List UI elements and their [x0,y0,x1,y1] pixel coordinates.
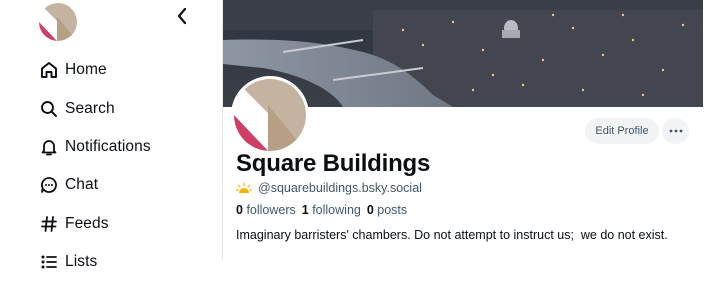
nav-item-notifications[interactable]: Notifications [38,128,151,166]
nav-item-lists[interactable]: Lists [38,243,151,281]
more-icon [669,129,682,133]
sun-icon [236,182,252,193]
list-icon [38,251,60,273]
chevron-left-icon [177,7,187,25]
nav-label-feeds: Feeds [65,214,109,232]
avatar[interactable] [39,3,77,41]
followers-count: 0 [236,203,243,217]
profile-display-name: Square Buildings [236,150,431,177]
main-nav: Home Search Notifications Chat Feeds Lis… [38,51,151,281]
nav-label-chat: Chat [65,176,99,194]
home-icon [38,59,60,81]
nav-item-chat[interactable]: Chat [38,166,151,204]
profile-avatar[interactable] [231,76,309,154]
chat-icon [38,174,60,196]
nav-label-notifications: Notifications [65,137,151,155]
edit-profile-button[interactable]: Edit Profile [585,118,659,144]
nav-item-home[interactable]: Home [38,51,151,89]
right-gutter [703,0,719,260]
nav-item-feeds[interactable]: Feeds [38,205,151,243]
sidebar: Home Search Notifications Chat Feeds Lis… [0,0,222,270]
profile-main: Edit Profile Square Buildings @squarebui… [223,0,719,260]
more-options-button[interactable] [662,118,689,144]
nav-label-search: Search [65,99,115,117]
bell-icon [38,136,60,158]
hash-icon [38,213,60,235]
nav-item-search[interactable]: Search [38,89,151,127]
profile-handle[interactable]: @squarebuildings.bsky.social [258,181,422,195]
followers-stat[interactable]: 0 followers [236,203,296,217]
following-count: 1 [301,203,309,217]
posts-label: posts [377,203,408,217]
nav-label-lists: Lists [65,253,98,271]
profile-avatar-logo-icon [234,79,306,151]
following-label: following [312,203,361,217]
search-icon [38,98,60,120]
following-stat[interactable]: 1 following [302,203,361,217]
posts-count: 0 [366,203,374,217]
followers-label: followers [246,203,296,217]
avatar-logo-icon [39,3,77,41]
posts-stat: 0 posts [367,203,407,217]
profile-stats: 0 followers 1 following 0 posts [236,203,407,217]
nav-label-home: Home [65,61,107,79]
collapse-sidebar-button[interactable] [172,5,192,27]
profile-bio: Imaginary barristers' chambers. Do not a… [236,228,668,242]
handle-row: @squarebuildings.bsky.social [236,181,422,195]
